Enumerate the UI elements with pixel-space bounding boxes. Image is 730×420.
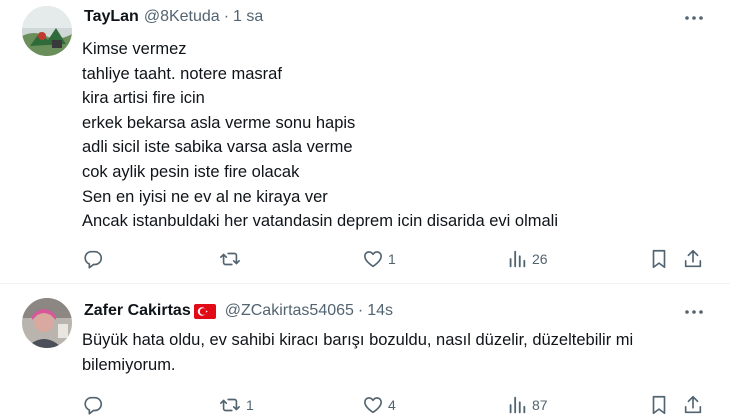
bookmark-icon [648, 394, 670, 416]
retweet-icon [218, 394, 242, 416]
share-icon [682, 248, 704, 270]
reply-icon [82, 394, 104, 416]
share-button[interactable] [682, 246, 704, 272]
tweet-line: adli sicil iste sabika varsa asla verme [82, 138, 353, 157]
bookmark-button[interactable] [648, 246, 670, 272]
tweet-header: Zafer Cakirtas @ZCakirtas54065 · 14s [84, 302, 393, 320]
tweet-header: TayLan @8Ketuda · 1 sa [84, 8, 263, 26]
separator-dot: · [357, 302, 364, 319]
tweet-line: Büyük hata oldu, ev sahibi kiracı barışı… [82, 331, 634, 349]
like-icon [362, 394, 384, 416]
bookmark-button[interactable] [648, 392, 670, 418]
like-count: 4 [388, 397, 396, 413]
like-icon [362, 248, 384, 270]
share-icon [682, 394, 704, 416]
views-button[interactable]: 26 [506, 246, 548, 272]
reply-icon [82, 248, 104, 270]
views-icon [506, 394, 528, 416]
reply-button[interactable] [82, 246, 108, 272]
separator-dot: · [223, 8, 230, 25]
tweet-line: Ancak istanbuldaki her vatandasin deprem… [82, 212, 559, 231]
avatar[interactable] [22, 6, 72, 56]
tweet-text: Büyük hata oldu, ev sahibi kiracı barışı… [82, 328, 633, 377]
action-bar: 1 26 [82, 246, 712, 272]
timestamp[interactable]: 14s [367, 302, 393, 320]
views-count: 87 [532, 397, 548, 413]
tweet-line: cok aylik pesin iste fire olacak [82, 162, 300, 181]
tweet-line: Kimse vermez [82, 40, 187, 58]
action-bar: 1 4 87 [82, 392, 712, 418]
bookmark-icon [648, 248, 670, 270]
views-button[interactable]: 87 [506, 392, 548, 418]
tweet[interactable]: Zafer Cakirtas @ZCakirtas54065 · 14s Büy… [0, 284, 730, 420]
reply-button[interactable] [82, 392, 108, 418]
tweet-line: Sen en iyisi ne ev al ne kiraya ver [82, 187, 328, 206]
tweet-line: erkek bekarsa asla verme sonu hapis [82, 113, 356, 132]
tweet-line: kira artisi fire icin [82, 89, 205, 108]
retweet-button[interactable] [218, 246, 246, 272]
tweet-line: bilemiyorum. [82, 355, 176, 374]
more-icon[interactable] [682, 8, 706, 28]
display-name[interactable]: Zafer Cakirtas [84, 302, 191, 320]
turkey-flag-icon [193, 303, 216, 319]
avatar[interactable] [22, 298, 72, 348]
more-icon[interactable] [682, 302, 706, 322]
like-count: 1 [388, 251, 396, 267]
user-handle[interactable]: @8Ketuda [144, 8, 220, 26]
share-button[interactable] [682, 392, 704, 418]
timestamp[interactable]: 1 sa [233, 8, 263, 26]
user-handle[interactable]: @ZCakirtas54065 [225, 302, 354, 320]
tweet-text: Kimse vermez tahliye taaht. notere masra… [82, 37, 558, 234]
views-icon [506, 248, 528, 270]
views-count: 26 [532, 251, 548, 267]
retweet-button[interactable]: 1 [218, 392, 254, 418]
like-button[interactable]: 4 [362, 392, 396, 418]
retweet-icon [218, 248, 242, 270]
tweet-line: tahliye taaht. notere masraf [82, 64, 282, 83]
display-name[interactable]: TayLan [84, 8, 139, 26]
tweet[interactable]: TayLan @8Ketuda · 1 sa Kimse vermez tahl… [0, 0, 730, 284]
retweet-count: 1 [246, 397, 254, 413]
like-button[interactable]: 1 [362, 246, 396, 272]
